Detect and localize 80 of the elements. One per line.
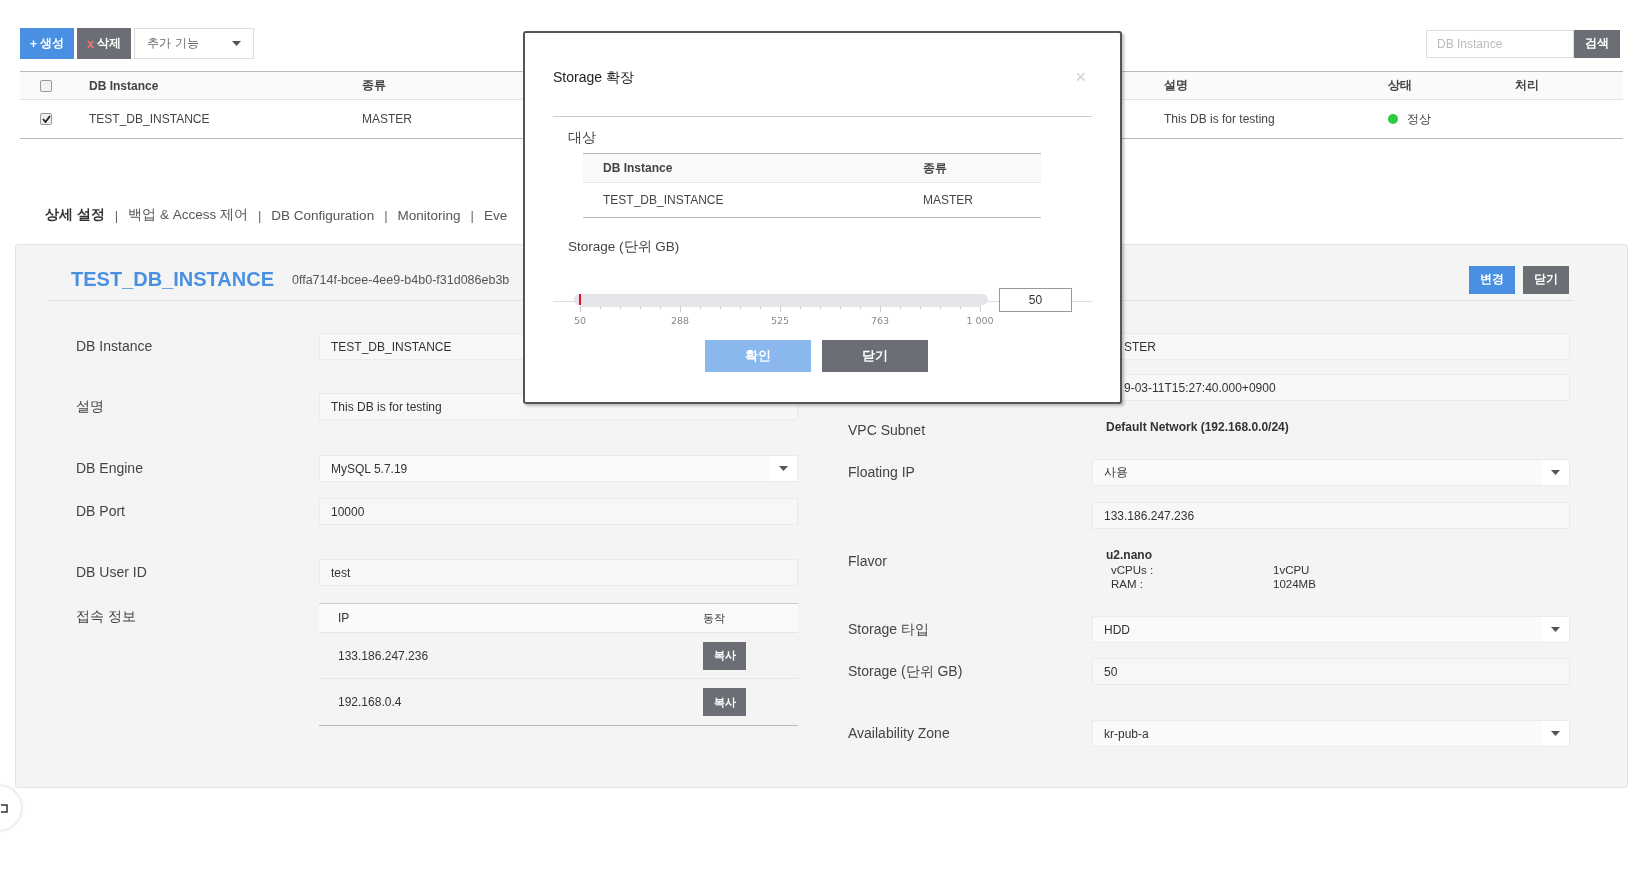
field-label: DB Port <box>76 502 126 519</box>
select-field[interactable]: 사용 <box>1092 459 1570 486</box>
tick-label: 763 <box>869 315 891 326</box>
section-label: 대상 <box>567 129 597 147</box>
copy-button[interactable]: 복사 <box>703 641 746 670</box>
close-button[interactable]: 닫기 <box>821 340 928 372</box>
tab-separator: | <box>470 207 474 223</box>
field-label: Storage 타입 <box>848 620 930 639</box>
input-field[interactable]: test <box>319 559 798 586</box>
tab[interactable]: Monitoring <box>397 207 461 223</box>
spec-key: RAM : <box>1111 578 1273 590</box>
field-label: Flavor <box>848 552 888 569</box>
tick-label: 50 <box>572 315 588 326</box>
spec-value: 1024MB <box>1273 578 1316 590</box>
caret-icon <box>779 466 788 471</box>
tick-label: 1 000 <box>965 315 995 326</box>
flavor-name: u2.nano <box>1106 548 1153 562</box>
input-field[interactable]: 50 <box>1092 658 1570 685</box>
column-header: 상태 <box>1388 77 1412 94</box>
field-label: 접속 정보 <box>76 607 137 626</box>
tab-separator: | <box>114 207 119 223</box>
tab[interactable]: DB Configuration <box>271 207 375 223</box>
copy-button[interactable]: 복사 <box>703 688 746 716</box>
tab[interactable]: 백업 & Access 제어 <box>128 206 248 224</box>
select-field[interactable]: HDD <box>1092 616 1570 643</box>
tab[interactable]: 상세 설정 <box>45 206 105 224</box>
field-label: DB User ID <box>76 563 148 580</box>
tab-separator: | <box>384 207 388 223</box>
search-field[interactable]: DB Instance <box>1426 29 1574 58</box>
spec-value: 1vCPU <box>1273 564 1311 576</box>
search-button[interactable]: 검색 <box>1574 29 1620 58</box>
select-field[interactable]: MySQL 5.7.19 <box>319 455 798 482</box>
column-header: DB Instance <box>89 78 159 93</box>
section-label: Storage (단위 GB) <box>567 238 681 256</box>
table-cell: TEST_DB_INSTANCE <box>89 112 210 126</box>
table-cell-text: MASTER <box>922 193 974 207</box>
instance-title: TEST_DB_INSTANCE <box>71 268 274 291</box>
slider-handle[interactable] <box>579 294 581 305</box>
checkbox[interactable] <box>40 79 52 92</box>
spec-key: vCPUs : <box>1111 564 1273 576</box>
storage-value-field[interactable]: 50 <box>999 288 1072 312</box>
input-field[interactable]: 133.186.247.236 <box>1092 502 1570 529</box>
select-field[interactable]: kr-pub-a <box>1092 720 1570 747</box>
field-value: Default Network (192.168.0.0/24) <box>1105 419 1289 434</box>
table-cell: This DB is for testing <box>1164 112 1275 126</box>
caret-icon <box>1551 470 1560 475</box>
column-header: 종류 <box>362 77 386 94</box>
column-header: 종류 <box>922 159 948 177</box>
tick-label: 288 <box>669 315 691 326</box>
instance-id: 0ffa714f-bcee-4ee9-b4b0-f31d086eb3b <box>292 272 510 287</box>
caret-icon <box>1551 627 1560 632</box>
tick-label: 525 <box>769 315 791 326</box>
more-actions-dropdown[interactable]: 추가 기능 <box>134 28 255 59</box>
tab[interactable]: Eve <box>483 207 508 223</box>
column-header: DB Instance <box>602 161 674 175</box>
close-button[interactable]: 닫기 <box>1523 265 1569 294</box>
column-header: 설명 <box>1164 77 1188 94</box>
caret-icon <box>1551 731 1560 736</box>
field-label: VPC Subnet <box>848 421 927 438</box>
delete-button[interactable]: x 삭제 <box>77 28 132 59</box>
caret-icon <box>232 41 242 46</box>
field-label: 설명 <box>76 397 105 416</box>
column-header: 동작 <box>703 610 726 626</box>
status-text: 정상 <box>1407 110 1431 128</box>
table-cell-text: TEST_DB_INSTANCE <box>602 193 725 207</box>
field-label: Availability Zone <box>848 724 951 741</box>
field-label: DB Instance <box>76 337 154 354</box>
column-header: 처리 <box>1515 77 1539 94</box>
field-label: DB Engine <box>76 459 144 476</box>
table-cell-text: 133.186.247.236 <box>337 648 430 663</box>
field-label: Storage (단위 GB) <box>848 662 964 681</box>
table-cell: MASTER <box>362 112 412 126</box>
column-header: IP <box>337 611 351 625</box>
table-cell-text: 192.168.0.4 <box>337 695 403 709</box>
field-label: Floating IP <box>848 463 916 480</box>
input-field[interactable]: 10000 <box>319 498 798 525</box>
tab-separator: | <box>257 207 262 223</box>
dialog-title: Storage 확장 <box>553 68 634 87</box>
checkbox[interactable] <box>40 113 52 125</box>
slider-track[interactable] <box>574 294 988 305</box>
